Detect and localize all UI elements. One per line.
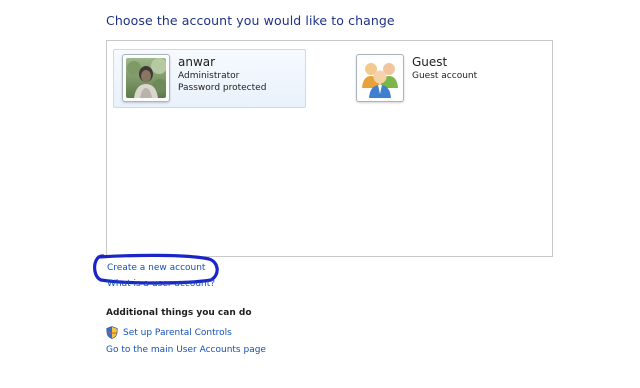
account-tile-guest[interactable]: Guest Guest account — [347, 49, 547, 108]
main-user-accounts-link[interactable]: Go to the main User Accounts page — [106, 345, 266, 355]
guest-users-icon — [360, 58, 400, 98]
page-heading: Choose the account you would like to cha… — [106, 13, 395, 28]
account-status: Password protected — [178, 83, 267, 93]
account-name: Guest — [412, 55, 448, 69]
account-role: Administrator — [178, 71, 240, 81]
shield-icon — [106, 326, 118, 339]
account-name: anwar — [178, 55, 216, 69]
account-tile-anwar[interactable]: anwar Administrator Password protected — [113, 49, 306, 108]
what-is-user-account-link[interactable]: What is a user account? — [107, 279, 215, 289]
additional-section-title: Additional things you can do — [106, 308, 252, 318]
account-role: Guest account — [412, 71, 478, 81]
user-photo-icon — [126, 58, 166, 98]
parental-controls-task[interactable]: Set up Parental Controls — [106, 326, 232, 339]
parental-controls-link[interactable]: Set up Parental Controls — [123, 328, 232, 338]
avatar — [122, 54, 170, 102]
avatar — [356, 54, 404, 102]
create-account-link[interactable]: Create a new account — [107, 263, 205, 273]
accounts-panel: anwar Administrator Password protected G… — [106, 40, 553, 257]
